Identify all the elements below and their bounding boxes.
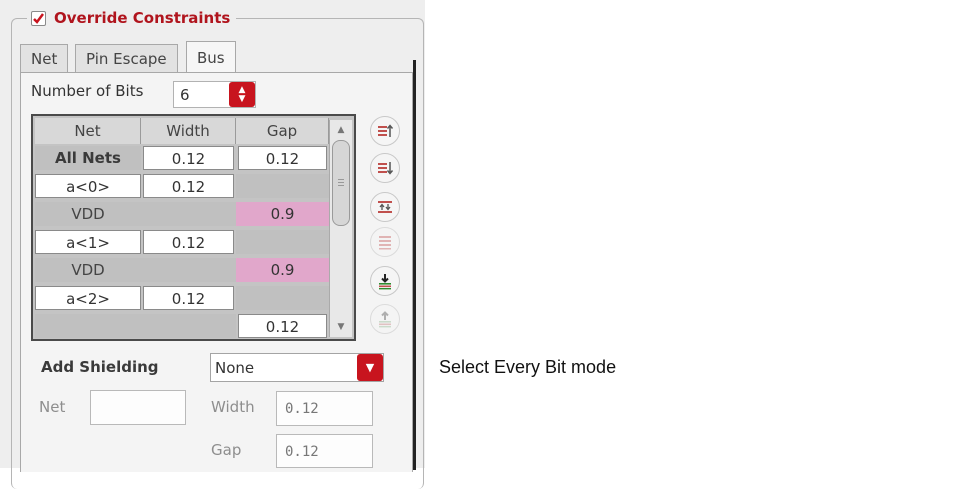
shield-gap-value: 0.12 bbox=[285, 444, 319, 460]
chevron-down-icon[interactable]: ▼ bbox=[357, 354, 383, 381]
export-icon bbox=[379, 311, 391, 328]
table-row-net[interactable]: a<2> bbox=[35, 286, 141, 310]
table-row-gap[interactable]: 0.9 bbox=[236, 202, 329, 226]
import-icon bbox=[379, 274, 391, 290]
table-row-width[interactable] bbox=[141, 258, 236, 282]
bits-label: Number of Bits bbox=[31, 82, 144, 100]
table-row-net[interactable]: All Nets bbox=[35, 146, 141, 170]
override-checkbox[interactable] bbox=[31, 10, 46, 26]
scrollbar-thumb[interactable] bbox=[332, 140, 350, 226]
bits-spinner[interactable]: 6 ▲ ▼ bbox=[173, 81, 256, 108]
table-row-gap[interactable] bbox=[236, 174, 329, 198]
shield-net-label: Net bbox=[39, 398, 66, 416]
table-row-width[interactable]: 0.12 bbox=[143, 286, 234, 310]
add-shielding-label: Add Shielding bbox=[41, 358, 159, 376]
shield-width-label: Width bbox=[211, 398, 255, 416]
checkmark-icon bbox=[33, 12, 44, 24]
import-button[interactable] bbox=[370, 266, 400, 296]
move-up-icon bbox=[378, 124, 394, 137]
table-row-width[interactable] bbox=[141, 202, 236, 226]
panel-divider bbox=[413, 60, 416, 470]
align-icon bbox=[379, 236, 391, 250]
table-row-gap[interactable] bbox=[236, 230, 329, 254]
shield-net-field[interactable] bbox=[90, 390, 186, 425]
shielding-selected: None bbox=[215, 359, 255, 377]
column-header-net[interactable]: Net bbox=[35, 118, 141, 144]
net-table: Net Width Gap All Nets 0.12 0.12 a<0> 0.… bbox=[31, 114, 356, 341]
spinner-arrows[interactable]: ▲ ▼ bbox=[229, 82, 255, 107]
override-label: Override Constraints bbox=[54, 9, 231, 27]
shielding-dropdown[interactable]: None ▼ bbox=[210, 353, 384, 382]
shield-gap-label: Gap bbox=[211, 441, 242, 459]
swap-button[interactable] bbox=[370, 192, 400, 222]
swap-icon bbox=[378, 201, 392, 213]
table-row-gap[interactable]: 0.12 bbox=[238, 146, 327, 170]
tab-net[interactable]: Net bbox=[20, 44, 69, 72]
caption-text: Select Every Bit mode bbox=[439, 357, 617, 377]
move-up-button[interactable] bbox=[370, 116, 400, 146]
table-row-net[interactable]: VDD bbox=[35, 202, 141, 226]
override-group-header: Override Constraints bbox=[27, 6, 237, 30]
shield-width-field[interactable]: 0.12 bbox=[276, 391, 373, 426]
table-row-net[interactable]: VDD bbox=[35, 258, 141, 282]
table-row-net[interactable]: a<0> bbox=[35, 174, 141, 198]
table-row-gap[interactable]: 0.9 bbox=[236, 258, 329, 282]
shield-gap-field[interactable]: 0.12 bbox=[276, 434, 373, 468]
bits-value[interactable]: 6 bbox=[180, 86, 190, 104]
table-row-width[interactable]: 0.12 bbox=[143, 146, 234, 170]
scroll-up-icon[interactable]: ▲ bbox=[332, 122, 350, 138]
move-down-icon bbox=[378, 162, 394, 175]
table-row-width[interactable]: 0.12 bbox=[143, 174, 234, 198]
shield-width-value: 0.12 bbox=[285, 401, 319, 417]
table-row-net[interactable] bbox=[35, 314, 141, 338]
column-header-gap[interactable]: Gap bbox=[236, 118, 329, 144]
table-row-net[interactable]: a<1> bbox=[35, 230, 141, 254]
move-down-button[interactable] bbox=[370, 153, 400, 183]
tab-bus[interactable]: Bus bbox=[186, 41, 236, 73]
table-row-gap[interactable] bbox=[236, 286, 329, 310]
scroll-down-icon[interactable]: ▼ bbox=[332, 319, 350, 335]
spinner-down-icon[interactable]: ▼ bbox=[239, 94, 246, 104]
tab-pin-escape[interactable]: Pin Escape bbox=[75, 44, 178, 72]
table-row-width[interactable] bbox=[141, 314, 236, 338]
align-button[interactable] bbox=[370, 227, 400, 257]
table-row-width[interactable]: 0.12 bbox=[143, 230, 234, 254]
table-row-gap[interactable]: 0.12 bbox=[238, 314, 327, 338]
table-scrollbar[interactable]: ▲ ▼ bbox=[329, 120, 352, 337]
column-header-width[interactable]: Width bbox=[141, 118, 236, 144]
export-button[interactable] bbox=[370, 304, 400, 334]
